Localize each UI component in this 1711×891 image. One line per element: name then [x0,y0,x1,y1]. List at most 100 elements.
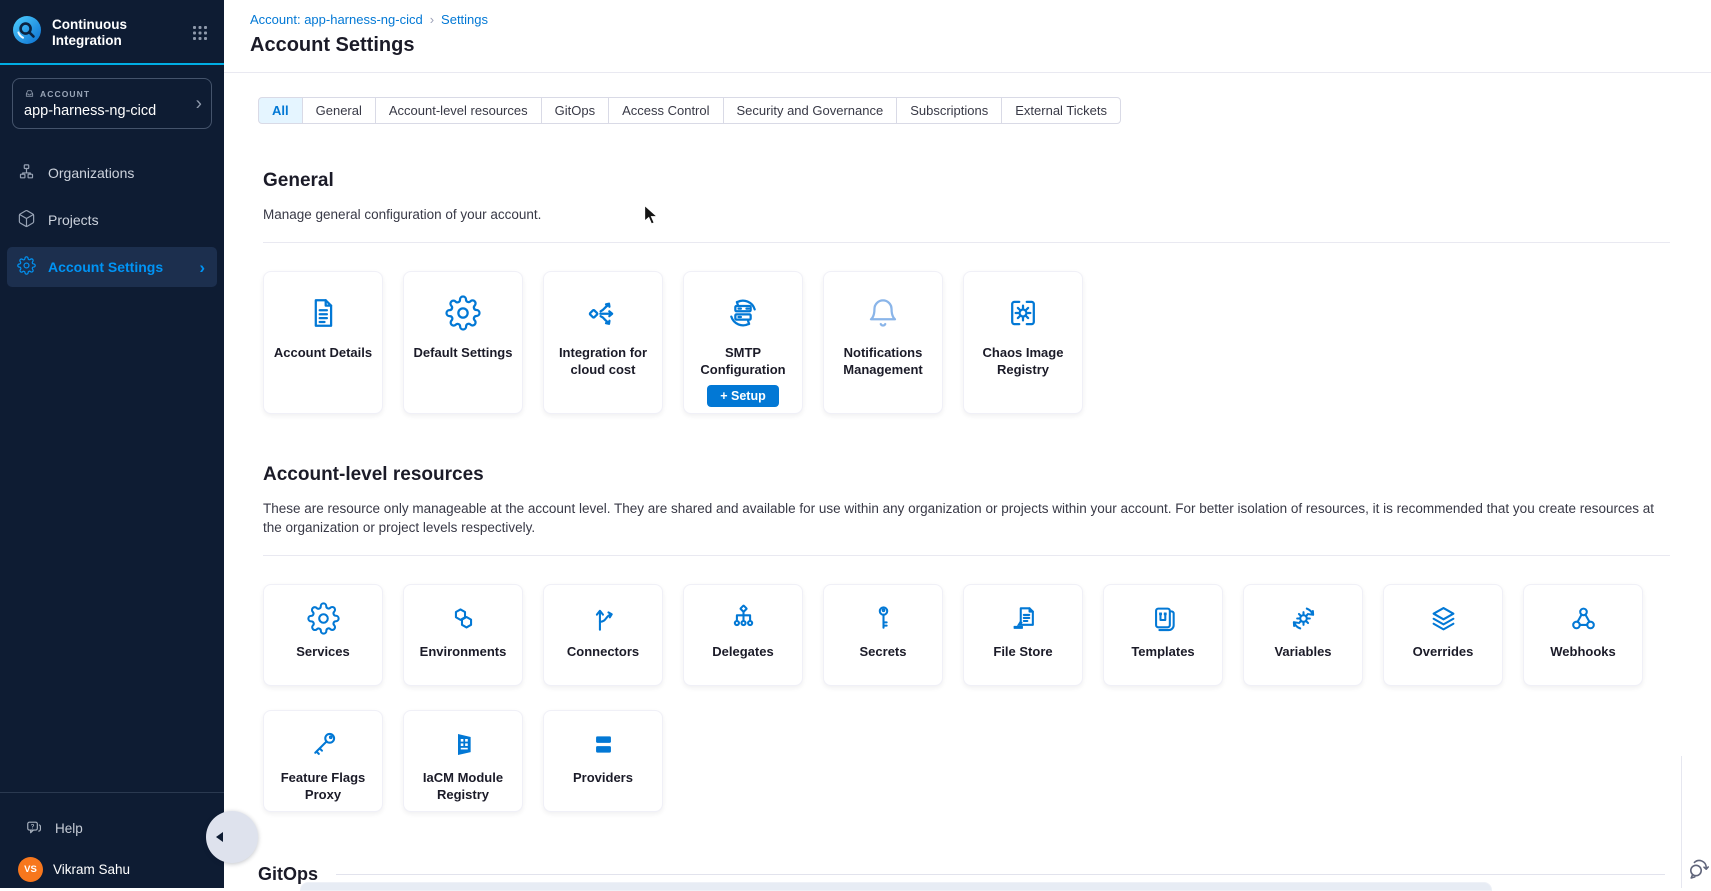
feature-flags-key-icon [307,728,340,761]
card-account-details[interactable]: Account Details [263,271,383,414]
providers-icon [587,728,620,761]
next-card-row-peek [300,882,1492,891]
gear-icon [307,602,340,635]
card-secrets[interactable]: Secrets [823,584,943,686]
tab-security-and-governance[interactable]: Security and Governance [723,97,898,124]
card-environments[interactable]: Environments [403,584,523,686]
card-label: Providers [566,770,640,787]
sidebar-item-account-settings[interactable]: Account Settings › [7,247,217,287]
card-label: Connectors [560,644,646,661]
gear-icon [17,256,36,278]
setup-button[interactable]: + Setup [707,385,779,407]
account-selector-label-row: ACCOUNT [24,88,185,99]
sidebar-item-label: Account Settings [48,259,163,275]
card-file-store[interactable]: File Store [963,584,1083,686]
card-label: Webhooks [1543,644,1623,661]
help-chat-icon [24,818,44,838]
user-menu[interactable]: VS Vikram Sahu [0,857,224,882]
delegates-icon [727,602,760,635]
card-variables[interactable]: Variables [1243,584,1363,686]
sidebar-collapse-handle[interactable] [206,811,258,863]
account-selector[interactable]: ACCOUNT app-harness-ng-cicd › [12,78,212,129]
card-webhooks[interactable]: Webhooks [1523,584,1643,686]
variables-icon [1287,602,1320,635]
user-name: Vikram Sahu [53,862,130,877]
tab-label: All [272,103,289,118]
card-label: Chaos Image Registry [964,345,1082,378]
card-delegates[interactable]: Delegates [683,584,803,686]
card-label: SMTP Configuration [684,345,802,378]
support-chat-icon[interactable] [1685,853,1711,881]
account-name: app-harness-ng-cicd [24,103,185,119]
sidebar-footer: Help VS Vikram Sahu [0,792,224,888]
tab-all[interactable]: All [258,97,303,124]
bell-icon [865,295,901,331]
settings-tabs: All General Account-level resources GitO… [258,97,1121,124]
section-account-level-resources: Account-level resources These are resour… [263,464,1711,812]
card-chaos-image-registry[interactable]: Chaos Image Registry [963,271,1083,414]
section-divider [336,874,1665,875]
iacm-module-icon [447,728,480,761]
sidebar-item-projects[interactable]: Projects › [7,200,217,240]
card-default-settings[interactable]: Default Settings [403,271,523,414]
card-label: Templates [1124,644,1201,661]
resource-cards: Services Environments Connectors Delegat… [263,584,1648,812]
tab-general[interactable]: General [302,97,376,124]
help-button[interactable]: Help [0,793,224,838]
card-notifications-management[interactable]: Notifications Management [823,271,943,414]
tab-gitops[interactable]: GitOps [541,97,609,124]
card-label: Delegates [705,644,780,661]
page-header: Account: app-harness-ng-cicd › Settings … [224,0,1711,73]
templates-icon [1147,602,1180,635]
breadcrumb-account-link[interactable]: Account: app-harness-ng-cicd [250,12,423,27]
card-label: Overrides [1406,644,1481,661]
card-label: Secrets [853,644,914,661]
section-description-general: Manage general configuration of your acc… [263,205,1661,224]
cube-icon [17,209,36,231]
settings-content: All General Account-level resources GitO… [224,73,1711,885]
card-smtp-configuration[interactable]: SMTP Configuration + Setup [683,271,803,414]
brand: Continuous Integration [0,0,224,50]
card-integration-for-cloud-cost[interactable]: Integration for cloud cost [543,271,663,414]
sidebar-item-label: Projects [48,212,99,228]
chevron-right-icon: › [196,94,202,113]
section-divider [263,242,1670,243]
tab-label: Account-level resources [389,103,528,118]
card-label: Services [289,644,357,661]
account-label: ACCOUNT [40,89,90,99]
tab-label: Access Control [622,103,709,118]
tab-external-tickets[interactable]: External Tickets [1001,97,1121,124]
integration-icon [585,295,621,331]
tab-label: GitOps [555,103,595,118]
card-label: Default Settings [407,345,520,362]
tab-label: Security and Governance [737,103,884,118]
webhooks-icon [1567,602,1600,635]
module-grid-icon[interactable] [190,23,210,43]
tab-access-control[interactable]: Access Control [608,97,723,124]
gear-icon [445,295,481,331]
card-overrides[interactable]: Overrides [1383,584,1503,686]
sidebar-item-organizations[interactable]: Organizations › [7,153,217,193]
card-templates[interactable]: Templates [1103,584,1223,686]
card-label: Account Details [267,345,379,362]
widget-divider [1681,756,1682,888]
section-title-resources: Account-level resources [263,464,1711,486]
file-store-icon [1007,602,1040,635]
tab-subscriptions[interactable]: Subscriptions [896,97,1002,124]
chevron-right-icon: › [199,259,205,276]
card-feature-flags-proxy[interactable]: Feature Flags Proxy [263,710,383,812]
card-connectors[interactable]: Connectors [543,584,663,686]
document-icon [305,295,341,331]
breadcrumb-settings-link[interactable]: Settings [441,12,488,27]
card-iacm-module-registry[interactable]: IaCM Module Registry [403,710,523,812]
breadcrumb: Account: app-harness-ng-cicd › Settings [250,12,1711,27]
tab-label: External Tickets [1015,103,1107,118]
main-content: Account: app-harness-ng-cicd › Settings … [224,0,1711,888]
card-label: Variables [1267,644,1338,661]
card-providers[interactable]: Providers [543,710,663,812]
tab-account-level-resources[interactable]: Account-level resources [375,97,542,124]
sidebar-nav: Organizations › Projects › Account Setti… [0,153,224,287]
breadcrumb-separator-icon: › [430,12,434,27]
card-services[interactable]: Services [263,584,383,686]
card-label: File Store [986,644,1059,661]
